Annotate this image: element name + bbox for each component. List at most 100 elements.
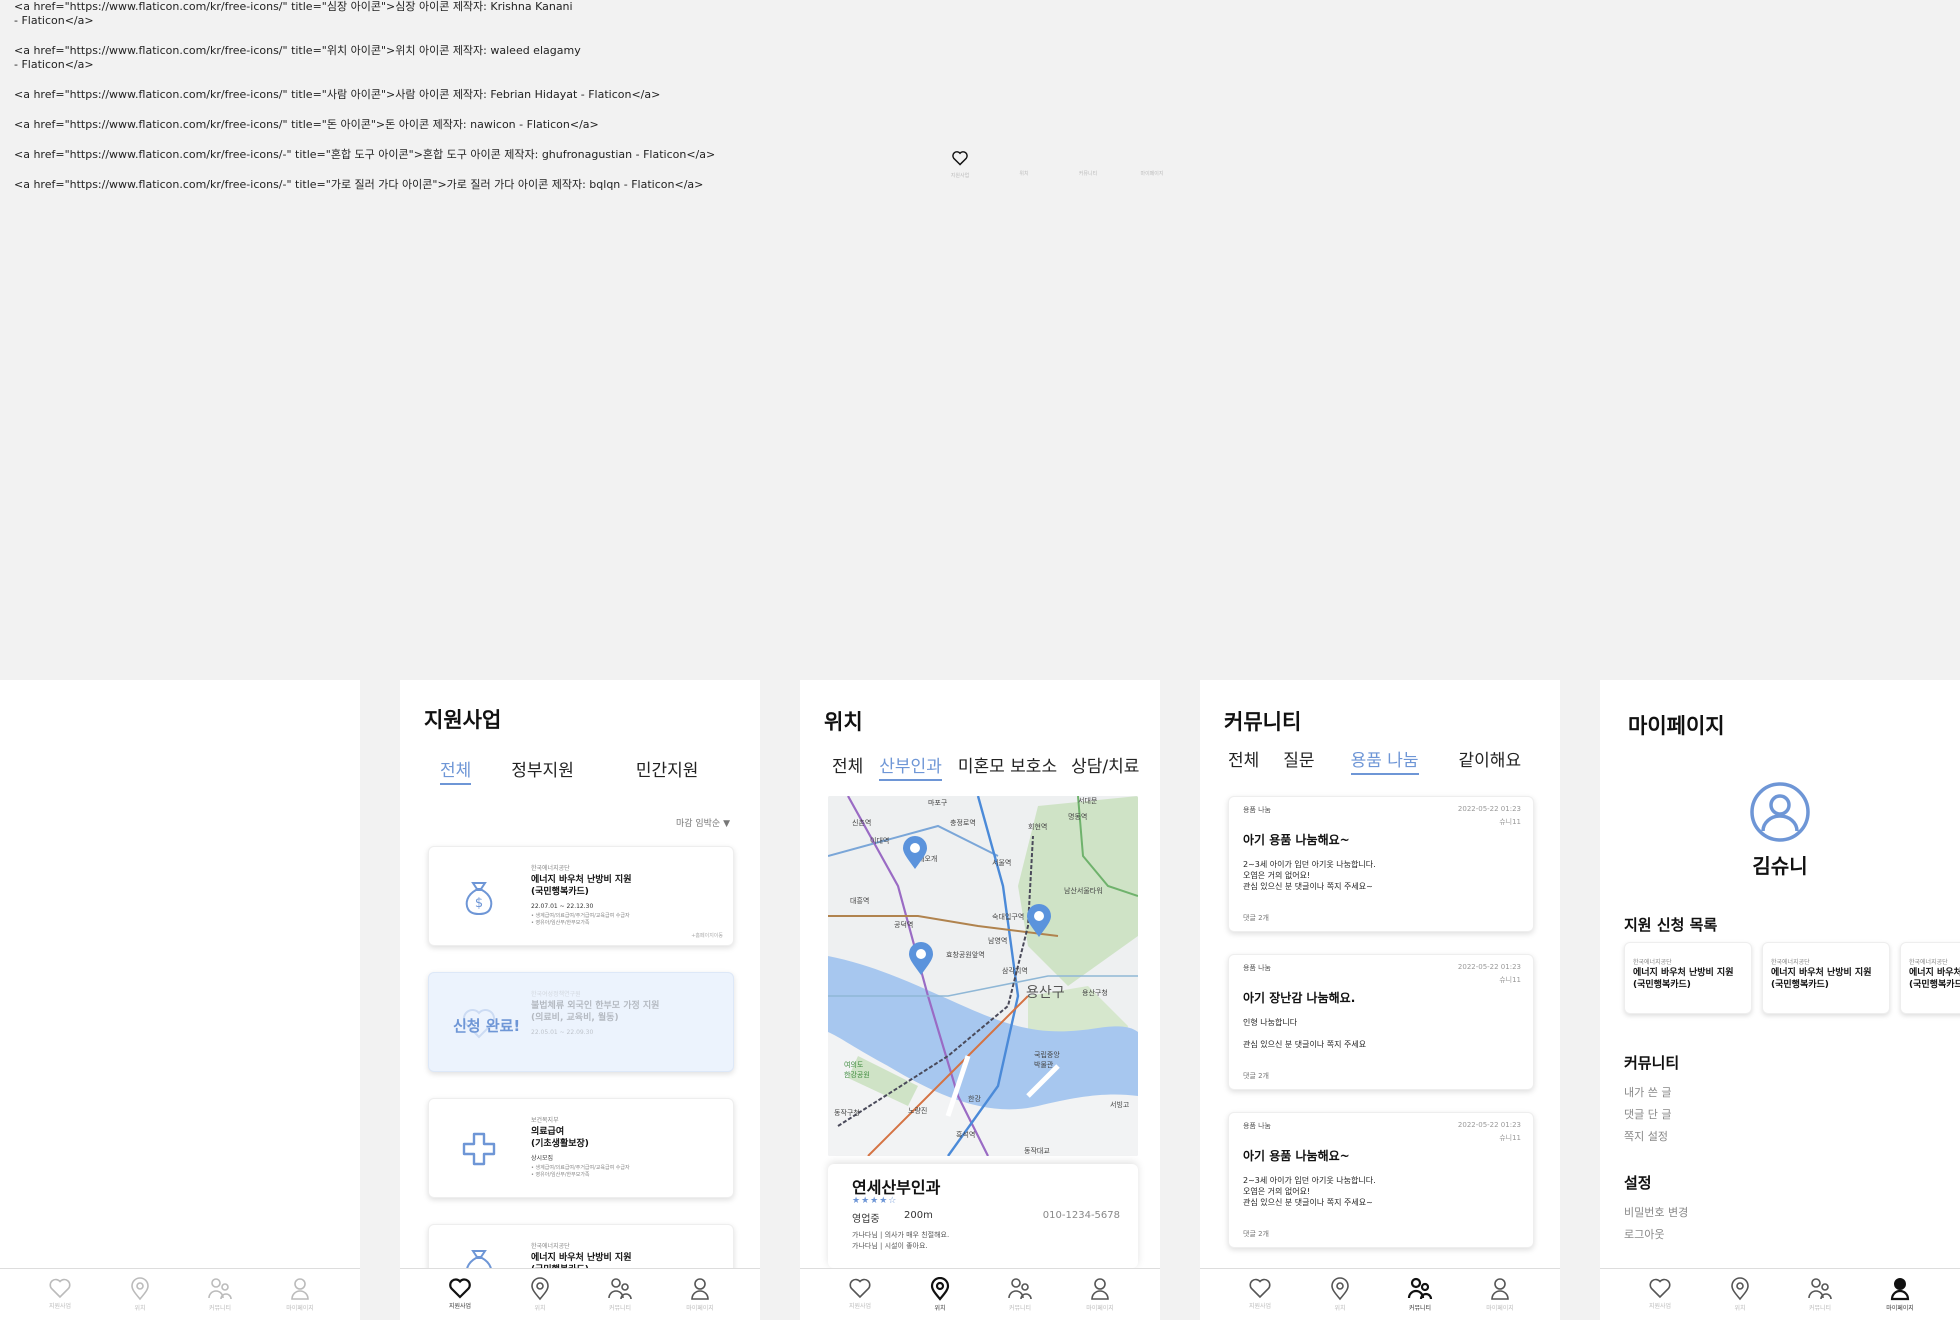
nav-support[interactable]: 지원사업 xyxy=(30,1277,90,1310)
nav-location[interactable]: 위치 xyxy=(1710,1277,1770,1312)
card-period: 22.05.01 ~ 22.09.30 xyxy=(531,1029,594,1036)
tab-sharing[interactable]: 용품 나눔 xyxy=(1350,746,1419,775)
applied-stamp: 신청 완료! xyxy=(453,1017,521,1035)
icon-credits: <a href="https://www.flaticon.com/kr/fre… xyxy=(14,0,774,208)
menu-message-settings[interactable]: 쪽지 설정 xyxy=(1624,1128,1668,1144)
nav-mypage[interactable]: 마이페이지 xyxy=(1070,1277,1130,1312)
bottom-nav: 지원사업 위치 커뮤니티 마이페이지 xyxy=(800,1268,1160,1320)
credit-line: <a href="https://www.flaticon.com/kr/fre… xyxy=(14,148,716,161)
post-author: 슈니11 xyxy=(1499,976,1521,984)
people-icon xyxy=(1808,1278,1832,1300)
tab-all[interactable]: 전체 xyxy=(440,756,472,785)
tab-together[interactable]: 같이해요 xyxy=(1459,746,1522,775)
post-category: 용품 나눔 xyxy=(1243,964,1271,972)
nav-mypage[interactable]: 마이페이지 xyxy=(670,1277,730,1312)
heart-icon xyxy=(952,151,968,166)
nav-support[interactable]: 지원사업 xyxy=(430,1277,490,1310)
nav-label: 위치 xyxy=(134,1305,146,1312)
phone-number[interactable]: 010-1234-5678 xyxy=(1043,1210,1120,1221)
tab-obgyn[interactable]: 산부인과 xyxy=(879,752,942,781)
nav-label: 지원사업 xyxy=(950,173,970,179)
map-label: 마포구 xyxy=(928,799,948,807)
card-org: 한국여성정책연구원 xyxy=(531,991,581,998)
tab-all[interactable]: 전체 xyxy=(832,752,863,781)
map-label: 대흥역 xyxy=(850,897,870,905)
review-item: 가나다님 | 시설이 좋아요. xyxy=(852,1242,928,1250)
post-line: 오염은 거의 없어요! xyxy=(1243,1187,1311,1196)
post-card[interactable]: 용품 나눔 2022-05-22 01:23 슈니11 아기 용품 나눔해요~ … xyxy=(1228,796,1534,932)
map-pin-icon[interactable] xyxy=(908,942,934,976)
card-title: 의료급여 (기초생활보장) xyxy=(531,1127,589,1149)
nav-label: 마이페이지 xyxy=(1086,1305,1114,1312)
menu-change-password[interactable]: 비밀번호 변경 xyxy=(1624,1204,1688,1220)
nav-mypage[interactable]: 마이페이지 xyxy=(1470,1277,1530,1312)
homepage-link[interactable]: +홈페이지이동 xyxy=(691,932,723,939)
post-author: 슈니11 xyxy=(1499,818,1521,826)
post-card[interactable]: 용품 나눔 2022-05-22 01:23 슈니11 아기 장난감 나눔해요.… xyxy=(1228,954,1534,1090)
nav-support[interactable]: 지원사업 xyxy=(1630,1277,1690,1310)
location-screen: 위치 전체 산부인과 미혼모 보호소 상담/치료 신촌역 이대역 충정로역 서울… xyxy=(800,680,1160,1320)
map-pin-icon[interactable] xyxy=(902,836,928,870)
post-category: 용품 나눔 xyxy=(1243,806,1271,814)
bottom-nav: 지원사업 위치 커뮤니티 마이페이지 xyxy=(400,1268,760,1320)
person-icon xyxy=(691,1278,709,1300)
nav-label: 지원사업 xyxy=(1248,1303,1272,1310)
nav-community[interactable]: 커뮤니티 xyxy=(990,1277,1050,1312)
post-line: 인형 나눔합니다 xyxy=(1243,1018,1298,1027)
page-title: 마이페이지 xyxy=(1628,714,1725,738)
tab-shelter[interactable]: 미혼모 보호소 xyxy=(958,752,1057,781)
map-label: 남산서울타워 xyxy=(1064,887,1103,895)
tab-counseling[interactable]: 상담/치료 xyxy=(1071,752,1139,781)
heart-icon xyxy=(49,1278,71,1299)
menu-my-comments[interactable]: 댓글 단 글 xyxy=(1624,1106,1671,1122)
menu-logout[interactable]: 로그아웃 xyxy=(1624,1226,1664,1242)
tab-government[interactable]: 정부지원 xyxy=(511,756,574,785)
post-line xyxy=(1243,1028,1523,1039)
support-card-applied[interactable]: 한국여성정책연구원 불법체류 외국인 한부모 가정 지원 (의료비, 교육비, … xyxy=(428,972,734,1072)
nav-label: 마이페이지 xyxy=(1140,171,1164,177)
map-view[interactable]: 신촌역 이대역 충정로역 서울역 회현역 명동역 대흥역 공덕역 애오개 남산서… xyxy=(828,796,1138,1156)
nav-community[interactable]: 커뮤니티 xyxy=(190,1277,250,1312)
map-label: 남영역 xyxy=(988,937,1008,945)
card-org: 한국에너지공단 xyxy=(1771,959,1810,966)
nav-community[interactable]: 커뮤니티 xyxy=(590,1277,650,1312)
map-label: 동작구청 xyxy=(834,1109,860,1117)
place-name: 연세산부인과 xyxy=(852,1178,941,1197)
nav-support[interactable]: 지원사업 xyxy=(830,1277,890,1310)
nav-mypage[interactable]: 마이페이지 xyxy=(1870,1277,1930,1312)
menu-my-posts[interactable]: 내가 쓴 글 xyxy=(1624,1084,1671,1100)
tab-private[interactable]: 민간지원 xyxy=(636,756,699,785)
card-org: 보건복지부 xyxy=(531,1117,559,1124)
nav-label: 지원사업 xyxy=(448,1303,472,1310)
nav-support[interactable]: 지원사업 xyxy=(1230,1277,1290,1310)
nav-location[interactable]: 위치 xyxy=(510,1277,570,1312)
nav-community[interactable]: 커뮤니티 xyxy=(1390,1277,1450,1312)
support-card[interactable]: 보건복지부 의료급여 (기초생활보장) 상시모집 생계급여/의료급여/주거급여/… xyxy=(428,1098,734,1198)
nav-location[interactable]: 위치 xyxy=(110,1277,170,1312)
icon-preview-nav: 지원사업 위치 커뮤니티 마이페이지 xyxy=(940,150,1180,186)
map-label: 신촌역 xyxy=(852,819,872,827)
tab-question[interactable]: 질문 xyxy=(1283,746,1314,775)
detail-item: 영유아/임산부/한부모가족 xyxy=(531,1172,630,1179)
nav-mypage[interactable]: 마이페이지 xyxy=(270,1277,330,1312)
nav-location[interactable]: 위치 xyxy=(1310,1277,1370,1312)
nav-location[interactable]: 위치 xyxy=(910,1277,970,1312)
post-card[interactable]: 용품 나눔 2022-05-22 01:23 슈니11 아기 용품 나눔해요~ … xyxy=(1228,1112,1534,1248)
nav-community[interactable]: 커뮤니티 xyxy=(1790,1277,1850,1312)
support-card[interactable]: $ 한국에너지공단 에너지 바우처 난방비 지원 (국민행복카드) 22.07.… xyxy=(428,846,734,946)
mypage-screen: 마이페이지 김슈니 지원 신청 목록 한국에너지공단 에너지 바우처 난방비 지… xyxy=(1600,680,1960,1320)
application-card[interactable]: 한국에너지공단 에너지 바우처 난방비 지원 (국민행복카드) xyxy=(1762,942,1890,1014)
application-card[interactable]: 한국에너지공단 에너지 바우처 난방비 지원 (국민행복카드) xyxy=(1900,942,1960,1014)
card-org: 한국에너지공단 xyxy=(1909,959,1948,966)
map-pin-icon[interactable] xyxy=(1026,904,1052,938)
nav-label: 마이페이지 xyxy=(1486,1305,1514,1312)
post-line: 오염은 거의 없어요! xyxy=(1243,871,1311,880)
page-title: 위치 xyxy=(824,710,863,734)
place-info-card[interactable]: 연세산부인과 ★★★★☆ 영업중 200m 010-1234-5678 가나다님… xyxy=(828,1164,1138,1268)
heart-icon xyxy=(849,1278,871,1299)
category-tabs: 전체 질문 용품 나눔 같이해요 xyxy=(1228,746,1521,775)
sort-dropdown[interactable]: 마감 임박순 ▼ xyxy=(676,816,730,829)
nav-label: 커뮤니티 xyxy=(1078,171,1098,177)
tab-all[interactable]: 전체 xyxy=(1228,746,1259,775)
application-card[interactable]: 한국에너지공단 에너지 바우처 난방비 지원 (국민행복카드) xyxy=(1624,942,1752,1014)
